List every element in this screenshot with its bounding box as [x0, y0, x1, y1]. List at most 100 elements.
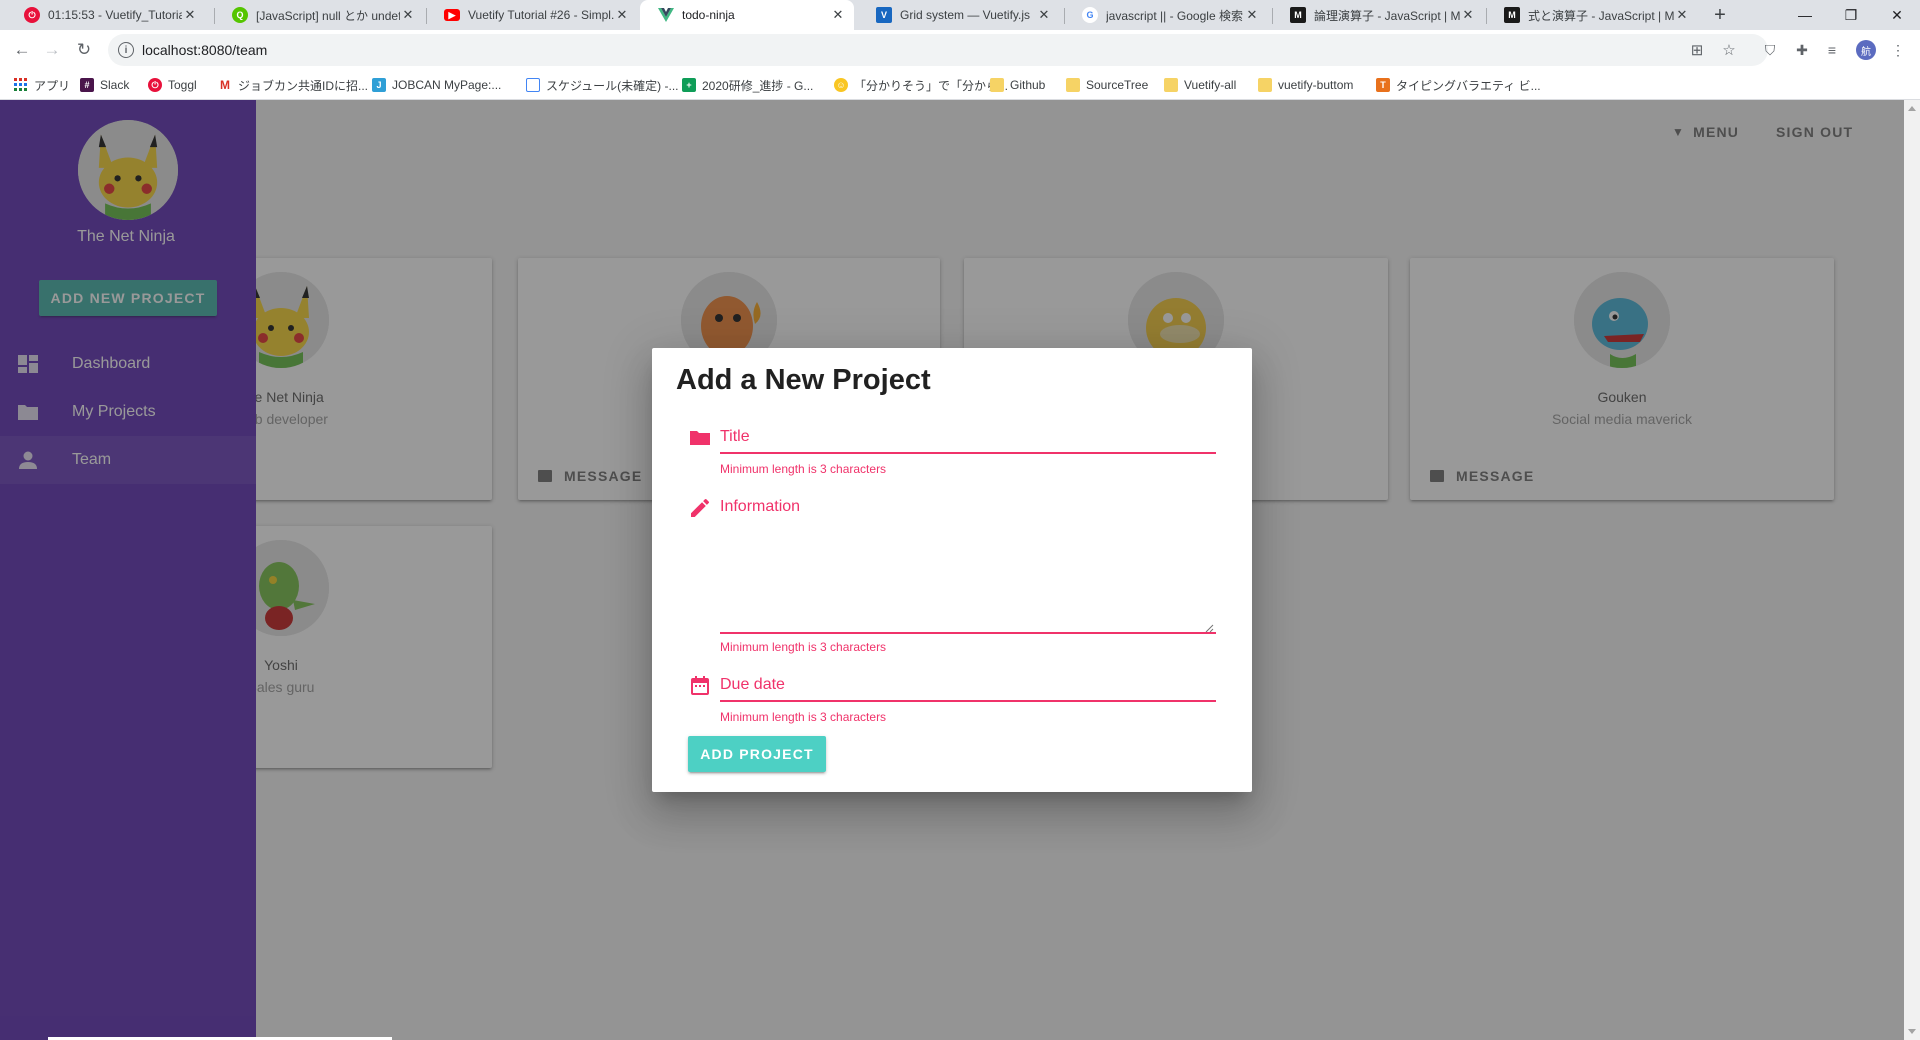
translate-icon[interactable]: ⊞ — [1688, 41, 1706, 59]
tab-title: Vuetify Tutorial #26 - Simpl... — [468, 8, 614, 22]
page-scrollbar[interactable] — [1904, 100, 1920, 1040]
bookmark-label: Slack — [100, 78, 130, 92]
tab-title: todo-ninja — [682, 8, 735, 22]
mdn-icon: M — [1504, 7, 1520, 23]
bookmark-item[interactable]: M ジョブカン共通IDに招... — [218, 76, 368, 94]
bookmark-item[interactable]: アプリ — [14, 76, 70, 94]
bookmark-item[interactable]: ⏻ Toggl — [148, 76, 197, 94]
tab-title: [JavaScript] null とか undefi... — [256, 8, 400, 23]
close-tab-icon[interactable]: ✕ — [400, 7, 416, 23]
browser-tab[interactable]: ⏻ 01:15:53 - Vuetify_Tutorial#... ✕ — [6, 0, 206, 30]
forward-arrow-icon[interactable]: → — [40, 38, 64, 62]
media-queue-icon[interactable]: ≡ — [1822, 40, 1842, 60]
google-icon: G — [1082, 7, 1098, 23]
profile-avatar[interactable]: 航 — [1856, 40, 1876, 60]
bookmark-label: Github — [1010, 78, 1046, 92]
more-menu-icon[interactable]: ⋮ — [1888, 40, 1908, 60]
extension-shield-icon[interactable]: ⛉ — [1760, 40, 1780, 60]
close-tab-icon[interactable]: ✕ — [1244, 7, 1260, 23]
extensions-puzzle-icon[interactable]: ✚ — [1792, 40, 1812, 60]
title-input-underline — [720, 452, 1216, 454]
folder-icon — [1164, 78, 1178, 92]
bookmark-star-icon[interactable]: ☆ — [1720, 41, 1738, 59]
tab-title: 式と演算子 - JavaScript | MD... — [1528, 8, 1674, 23]
browser-tab-active[interactable]: todo-ninja ✕ — [640, 0, 854, 30]
browser-tab[interactable]: V Grid system — Vuetify.js ✕ — [858, 0, 1060, 30]
close-tab-icon[interactable]: ✕ — [182, 7, 198, 23]
bookmark-item[interactable]: vuetify-buttom — [1258, 76, 1353, 94]
close-tab-icon[interactable]: ✕ — [1674, 7, 1690, 23]
close-tab-icon[interactable]: ✕ — [830, 7, 846, 23]
scroll-down-icon[interactable] — [1908, 1029, 1916, 1034]
due-date-input[interactable]: Due date — [720, 676, 785, 694]
resize-handle-icon[interactable] — [1204, 620, 1214, 633]
due-date-error-message: Minimum length is 3 characters — [720, 710, 887, 724]
toggl-icon: ⏻ — [148, 78, 162, 92]
calendar-icon — [688, 674, 712, 698]
bookmark-item[interactable]: Vuetify-all — [1164, 76, 1236, 94]
url-text[interactable]: localhost:8080/team — [142, 42, 267, 58]
close-tab-icon[interactable]: ✕ — [1036, 7, 1052, 23]
bookmark-label: JOBCAN MyPage:... — [392, 78, 502, 92]
bookmark-label: スケジュール(未確定) -... — [546, 78, 679, 93]
bookmark-item[interactable]: ☺ 「分かりそう」で「分から... — [834, 76, 1008, 94]
bookmark-item[interactable]: Github — [990, 76, 1045, 94]
tab-title: 論理演算子 - JavaScript | MD... — [1314, 8, 1460, 23]
browser-tab[interactable]: M 式と演算子 - JavaScript | MD... ✕ — [1486, 0, 1698, 30]
calendar-icon — [526, 78, 540, 92]
browser-toolbar: ← → ↻ i localhost:8080/team ⊞ ☆ ⛉ ✚ ≡ 航 … — [0, 30, 1920, 70]
bookmark-item[interactable]: + 2020研修_進捗 - G... — [682, 76, 813, 94]
close-window-icon[interactable]: ✕ — [1874, 0, 1920, 30]
dialog-title: Add a New Project — [676, 364, 931, 396]
add-project-dialog: Add a New Project Title Minimum length i… — [652, 348, 1252, 792]
bookmark-item[interactable]: スケジュール(未確定) -... — [526, 76, 679, 94]
bookmark-label: 2020研修_進捗 - G... — [702, 78, 814, 93]
back-arrow-icon[interactable]: ← — [10, 38, 34, 62]
jobcan-icon: J — [372, 78, 386, 92]
bookmark-item[interactable]: T タイピングバラエティ ビ... — [1376, 76, 1541, 94]
add-project-button[interactable]: ADD PROJECT — [688, 736, 826, 772]
vue-icon — [658, 7, 674, 23]
tab-title: 01:15:53 - Vuetify_Tutorial#... — [48, 8, 182, 22]
bookmark-item[interactable]: J JOBCAN MyPage:... — [372, 76, 501, 94]
typing-icon: T — [1376, 78, 1390, 92]
browser-tab[interactable]: M 論理演算子 - JavaScript | MD... ✕ — [1272, 0, 1484, 30]
tab-title: Grid system — Vuetify.js — [900, 8, 1031, 22]
browser-tab[interactable]: G javascript || - Google 検索 ✕ — [1064, 0, 1268, 30]
browser-tab[interactable]: Q [JavaScript] null とか undefi... ✕ — [214, 0, 424, 30]
app-page: ▼ MENU SIGN OUT The Net Ninja Web develo… — [0, 100, 1920, 1040]
toggl-icon: ⏻ — [24, 7, 40, 23]
reload-icon[interactable]: ↻ — [72, 38, 96, 62]
bookmark-label: Vuetify-all — [1184, 78, 1237, 92]
vuetify-icon: V — [876, 7, 892, 23]
scroll-up-icon[interactable] — [1908, 106, 1916, 111]
bookmark-label: タイピングバラエティ ビ... — [1396, 78, 1541, 93]
folder-icon — [688, 426, 712, 450]
close-tab-icon[interactable]: ✕ — [1460, 7, 1476, 23]
gmail-icon: M — [220, 78, 230, 92]
bookmark-label: vuetify-buttom — [1278, 78, 1354, 92]
due-date-input-underline — [720, 700, 1216, 702]
minimize-icon[interactable]: — — [1782, 0, 1828, 30]
address-bar[interactable]: i localhost:8080/team ⊞ ☆ — [108, 34, 1768, 66]
new-tab-button[interactable]: + — [1708, 0, 1732, 30]
bookmark-label: 「分かりそう」で「分から... — [854, 78, 1009, 93]
bookmark-label: Toggl — [168, 78, 197, 92]
browser-tab[interactable]: ▶ Vuetify Tutorial #26 - Simpl... ✕ — [426, 0, 638, 30]
site-info-icon[interactable]: i — [118, 42, 134, 58]
youtube-icon: ▶ — [444, 9, 460, 21]
close-tab-icon[interactable]: ✕ — [614, 7, 630, 23]
folder-icon — [1258, 78, 1272, 92]
bookmark-item[interactable]: # Slack — [80, 76, 129, 94]
information-textarea[interactable]: Information — [720, 498, 800, 516]
restore-icon[interactable]: ❐ — [1828, 0, 1874, 30]
title-input[interactable]: Title — [720, 428, 750, 446]
bookmark-item[interactable]: SourceTree — [1066, 76, 1148, 94]
pencil-icon — [688, 496, 712, 520]
browser-tab-strip: ⏻ 01:15:53 - Vuetify_Tutorial#... ✕ Q [J… — [0, 0, 1920, 30]
smile-icon: ☺ — [834, 78, 848, 92]
bookmark-label: ジョブカン共通IDに招... — [238, 78, 369, 93]
information-error-message: Minimum length is 3 characters — [720, 640, 887, 654]
folder-icon — [990, 78, 1004, 92]
slack-icon: # — [80, 78, 94, 92]
